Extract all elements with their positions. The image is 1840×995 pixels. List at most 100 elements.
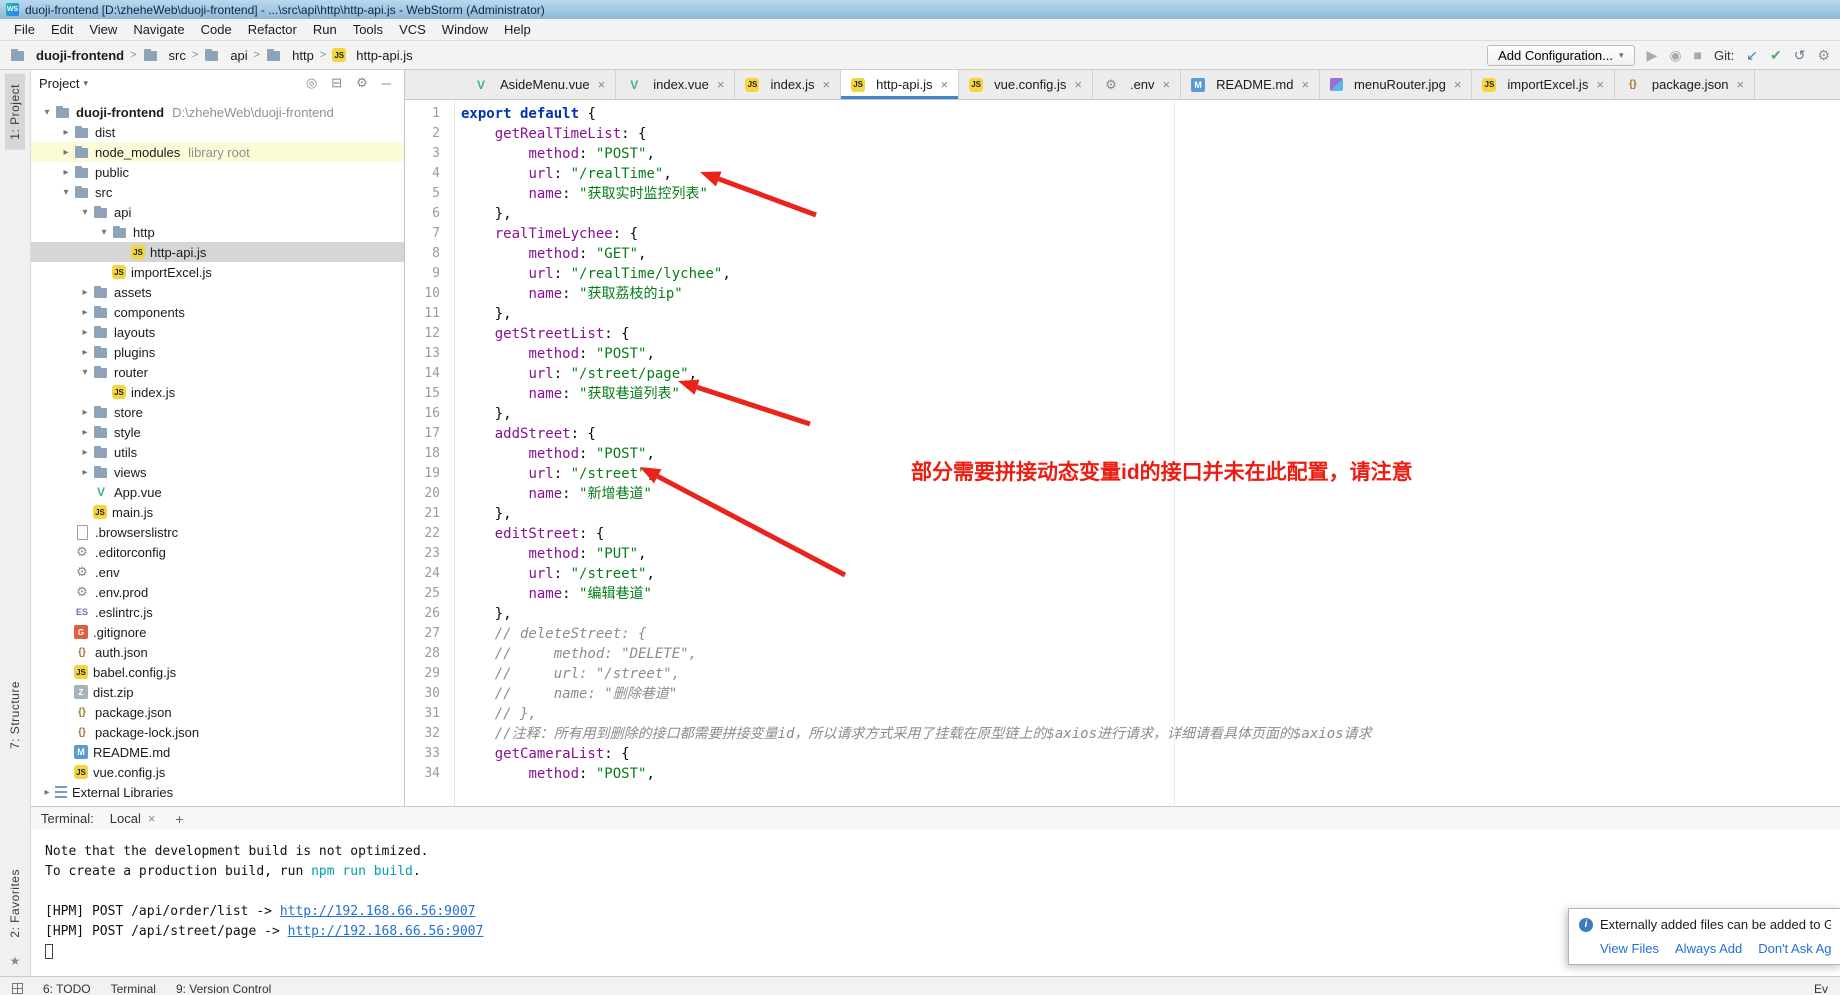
tab-close-icon[interactable]: × [1737, 77, 1745, 92]
tree-chevron-icon[interactable]: ▸ [77, 287, 93, 298]
menu-item-help[interactable]: Help [496, 20, 539, 39]
tree-item-src[interactable]: ▾src [31, 182, 404, 202]
line-number[interactable]: 7 [405, 224, 454, 244]
breadcrumb-item-http[interactable]: http [266, 47, 314, 63]
debug-icon[interactable]: ◉ [1669, 47, 1681, 64]
tab-close-icon[interactable]: × [941, 77, 949, 92]
status-item-terminal[interactable]: Terminal [111, 982, 156, 995]
tree-item-readme-md[interactable]: MREADME.md [31, 742, 404, 762]
editor-tab-package-json[interactable]: {}package.json× [1615, 70, 1755, 99]
line-number[interactable]: 24 [405, 564, 454, 584]
chevron-down-icon[interactable]: ▾ [83, 78, 88, 89]
tree-chevron-icon[interactable]: ▸ [77, 347, 93, 358]
git-update-icon[interactable]: ↙ [1746, 47, 1758, 64]
tree-item-gitignore[interactable]: G.gitignore [31, 622, 404, 642]
close-icon[interactable]: × [148, 811, 156, 826]
editor-tab-index-js[interactable]: JSindex.js× [735, 70, 841, 99]
tree-chevron-icon[interactable]: ▾ [39, 107, 55, 118]
tree-chevron-icon[interactable]: ▸ [58, 167, 74, 178]
event-log-button[interactable]: Ev [1814, 982, 1828, 995]
tree-item-http-api-js[interactable]: JShttp-api.js [31, 242, 404, 262]
tree-chevron-icon[interactable]: ▸ [58, 147, 74, 158]
tree-chevron-icon[interactable]: ▸ [77, 407, 93, 418]
git-revert-icon[interactable]: ↺ [1794, 47, 1806, 64]
tool-button-1-project[interactable]: 1: Project [5, 74, 25, 150]
tool-button-7-structure[interactable]: 7: Structure [5, 671, 25, 759]
line-number[interactable]: 27 [405, 624, 454, 644]
tree-item-plugins[interactable]: ▸plugins [31, 342, 404, 362]
tree-item-router[interactable]: ▾router [31, 362, 404, 382]
tree-chevron-icon[interactable]: ▸ [77, 427, 93, 438]
line-number[interactable]: 25 [405, 584, 454, 604]
line-number[interactable]: 5 [405, 184, 454, 204]
tab-close-icon[interactable]: × [717, 77, 725, 92]
menu-item-edit[interactable]: Edit [43, 20, 81, 39]
menu-item-window[interactable]: Window [434, 20, 496, 39]
editor-tab-asidemenu-vue[interactable]: VAsideMenu.vue× [463, 70, 616, 99]
tree-item-importexcel-js[interactable]: JSimportExcel.js [31, 262, 404, 282]
line-number[interactable]: 21 [405, 504, 454, 524]
tree-item-external-libraries[interactable]: ▸External Libraries [31, 782, 404, 802]
tree-item-browserslistrc[interactable]: .browserslistrc [31, 522, 404, 542]
line-number[interactable]: 32 [405, 724, 454, 744]
line-number[interactable]: 16 [405, 404, 454, 424]
line-number[interactable]: 34 [405, 764, 454, 784]
tree-chevron-icon[interactable]: ▸ [77, 447, 93, 458]
status-item-6-todo[interactable]: 6: TODO [43, 982, 91, 995]
tree-chevron-icon[interactable]: ▾ [77, 207, 93, 218]
editor-tab-env[interactable]: ⚙.env× [1093, 70, 1181, 99]
tab-close-icon[interactable]: × [823, 77, 831, 92]
tree-item-auth-json[interactable]: {}auth.json [31, 642, 404, 662]
editor-tab-menurouter-jpg[interactable]: menuRouter.jpg× [1320, 70, 1472, 99]
collapse-all-icon[interactable]: ⊟ [326, 75, 347, 91]
hide-panel-icon[interactable]: ─ [377, 76, 396, 91]
tree-item-package-lock-json[interactable]: {}package-lock.json [31, 722, 404, 742]
breadcrumb-item-api[interactable]: api [204, 47, 247, 63]
line-number[interactable]: 22 [405, 524, 454, 544]
line-number[interactable]: 9 [405, 264, 454, 284]
tab-close-icon[interactable]: × [1074, 77, 1082, 92]
tree-item-api[interactable]: ▾api [31, 202, 404, 222]
tree-item-vue-config-js[interactable]: JSvue.config.js [31, 762, 404, 782]
breadcrumb-item-http-api-js[interactable]: JShttp-api.js [332, 48, 412, 63]
line-number[interactable]: 11 [405, 304, 454, 324]
notification-action-view-files[interactable]: View Files [1600, 941, 1659, 956]
menu-item-file[interactable]: File [6, 20, 43, 39]
tree-chevron-icon[interactable]: ▸ [77, 307, 93, 318]
tree-item-babel-config-js[interactable]: JSbabel.config.js [31, 662, 404, 682]
menu-item-navigate[interactable]: Navigate [125, 20, 192, 39]
tree-item-http[interactable]: ▾http [31, 222, 404, 242]
tree-chevron-icon[interactable]: ▸ [58, 127, 74, 138]
line-number[interactable]: 1 [405, 104, 454, 124]
tool-window-switcher-icon[interactable] [12, 983, 23, 994]
line-number[interactable]: 14 [405, 364, 454, 384]
line-number[interactable]: 18 [405, 444, 454, 464]
line-number[interactable]: 31 [405, 704, 454, 724]
line-number[interactable]: 20 [405, 484, 454, 504]
code-editor[interactable]: 1234567891011121314151617181920212223242… [405, 100, 1840, 806]
line-number[interactable]: 23 [405, 544, 454, 564]
line-number[interactable]: 13 [405, 344, 454, 364]
tree-chevron-icon[interactable]: ▾ [77, 367, 93, 378]
editor-tab-index-vue[interactable]: Vindex.vue× [616, 70, 735, 99]
tree-item-main-js[interactable]: JSmain.js [31, 502, 404, 522]
settings-icon[interactable]: ⚙ [351, 75, 373, 91]
terminal-link[interactable]: http://192.168.66.56:9007 [288, 924, 484, 939]
tree-item-env-prod[interactable]: ⚙.env.prod [31, 582, 404, 602]
tree-item-duoji-frontend[interactable]: ▾duoji-frontendD:\zheheWeb\duoji-fronten… [31, 102, 404, 122]
tree-item-editorconfig[interactable]: ⚙.editorconfig [31, 542, 404, 562]
run-icon[interactable]: ▶ [1647, 47, 1658, 64]
line-number[interactable]: 2 [405, 124, 454, 144]
menu-item-refactor[interactable]: Refactor [240, 20, 305, 39]
tree-item-index-js[interactable]: JSindex.js [31, 382, 404, 402]
tree-item-eslintrc-js[interactable]: ES.eslintrc.js [31, 602, 404, 622]
tool-button-2-favorites[interactable]: 2: Favorites [5, 859, 25, 948]
breadcrumb-item-duoji-frontend[interactable]: duoji-frontend [10, 47, 124, 63]
line-number[interactable]: 30 [405, 684, 454, 704]
line-number[interactable]: 28 [405, 644, 454, 664]
tree-item-env[interactable]: ⚙.env [31, 562, 404, 582]
tree-item-package-json[interactable]: {}package.json [31, 702, 404, 722]
tree-chevron-icon[interactable]: ▾ [58, 187, 74, 198]
tab-close-icon[interactable]: × [1596, 77, 1604, 92]
line-number[interactable]: 8 [405, 244, 454, 264]
